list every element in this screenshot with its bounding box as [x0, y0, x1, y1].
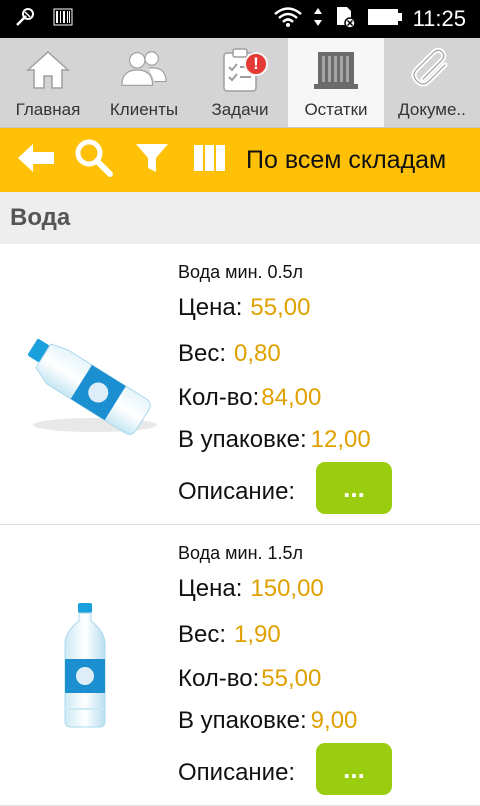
price-label: Цена:: [178, 575, 243, 602]
pack-value: 9,00: [310, 707, 358, 734]
weight-value: 0,80: [234, 340, 281, 367]
battery-icon: [367, 6, 403, 33]
tab-label: Остатки: [304, 100, 368, 119]
pack-value: 12,00: [310, 426, 371, 453]
stock-toolbar: По всем складам: [0, 128, 480, 192]
category-header: Вода: [0, 192, 480, 244]
tab-label: Главная: [15, 100, 81, 119]
weight-row: Вес: 0,80: [178, 340, 281, 368]
home-icon: [24, 46, 72, 94]
status-bar: 11:25: [0, 0, 480, 38]
weight-value: 1,90: [234, 621, 281, 648]
tab-clients[interactable]: Клиенты: [96, 38, 192, 127]
weight-row: Вес: 1,90: [178, 621, 281, 649]
tab-documents[interactable]: Докуме..: [384, 38, 480, 127]
back-button[interactable]: [12, 136, 60, 184]
search-icon: [74, 138, 114, 183]
warehouse-selector[interactable]: По всем складам: [246, 146, 446, 175]
tab-label: Задачи: [211, 100, 269, 119]
quantity-label: Кол-во:: [178, 665, 260, 692]
pack-row: В упаковке: 12,00: [178, 426, 371, 454]
product-image: [0, 525, 170, 806]
product-item[interactable]: Вода мин. 1.5л Цена: 150,00 Вес: 1,90 Кол-…: [0, 525, 480, 806]
price-value: 150,00: [250, 575, 324, 602]
usb-debug-icon: [14, 6, 36, 33]
product-list: Вода мин. 0.5л Цена: 55,00 Вес: 0,80 Кол-в…: [0, 244, 480, 806]
price-value: 55,00: [250, 294, 311, 321]
category-title: Вода: [10, 204, 71, 231]
status-time: 11:25: [412, 6, 466, 31]
product-image: [0, 244, 170, 525]
tab-label: Докуме..: [398, 100, 466, 119]
description-label: Описание:: [178, 759, 296, 786]
pack-label: В упаковке:: [178, 707, 307, 734]
price-row: Цена: 55,00: [178, 294, 310, 322]
description-button[interactable]: ...: [316, 743, 392, 795]
price-label: Цена:: [178, 294, 243, 321]
signal-arrows-icon: [313, 6, 323, 33]
description-button[interactable]: ...: [316, 462, 392, 514]
wifi-icon: [273, 6, 303, 33]
tab-stock[interactable]: Остатки: [288, 38, 384, 127]
pack-row: В упаковке: 9,00: [178, 707, 357, 735]
main-tab-bar: Главная Клиенты ! Задачи Остатки Докуме.…: [0, 38, 480, 128]
columns-icon: [192, 142, 228, 179]
warehouse-icon: [312, 46, 360, 94]
product-name: Вода мин. 0.5л: [178, 262, 304, 282]
filter-icon: [134, 140, 170, 181]
description-label: Описание:: [178, 478, 296, 505]
tasks-alert-badge: !: [244, 52, 268, 76]
back-arrow-icon: [16, 141, 56, 180]
product-name: Вода мин. 1.5л: [178, 543, 304, 563]
quantity-value: 84,00: [261, 384, 322, 411]
product-item[interactable]: Вода мин. 0.5л Цена: 55,00 Вес: 0,80 Кол-в…: [0, 244, 480, 525]
pack-label: В упаковке:: [178, 426, 307, 453]
quantity-row: Кол-во:84,00: [178, 384, 321, 412]
paperclip-icon: [408, 46, 456, 94]
clients-icon: [120, 46, 168, 94]
sim-no-service-icon: [333, 5, 357, 34]
tab-tasks[interactable]: ! Задачи: [192, 38, 288, 127]
quantity-label: Кол-во:: [178, 384, 260, 411]
barcode-icon: [52, 6, 74, 33]
quantity-value: 55,00: [261, 665, 322, 692]
weight-label: Вес:: [178, 621, 227, 648]
tab-home[interactable]: Главная: [0, 38, 96, 127]
tab-label: Клиенты: [109, 100, 179, 119]
columns-button[interactable]: [186, 136, 234, 184]
filter-button[interactable]: [128, 136, 176, 184]
price-row: Цена: 150,00: [178, 575, 324, 603]
quantity-row: Кол-во:55,00: [178, 665, 321, 693]
search-button[interactable]: [70, 136, 118, 184]
weight-label: Вес:: [178, 340, 227, 367]
